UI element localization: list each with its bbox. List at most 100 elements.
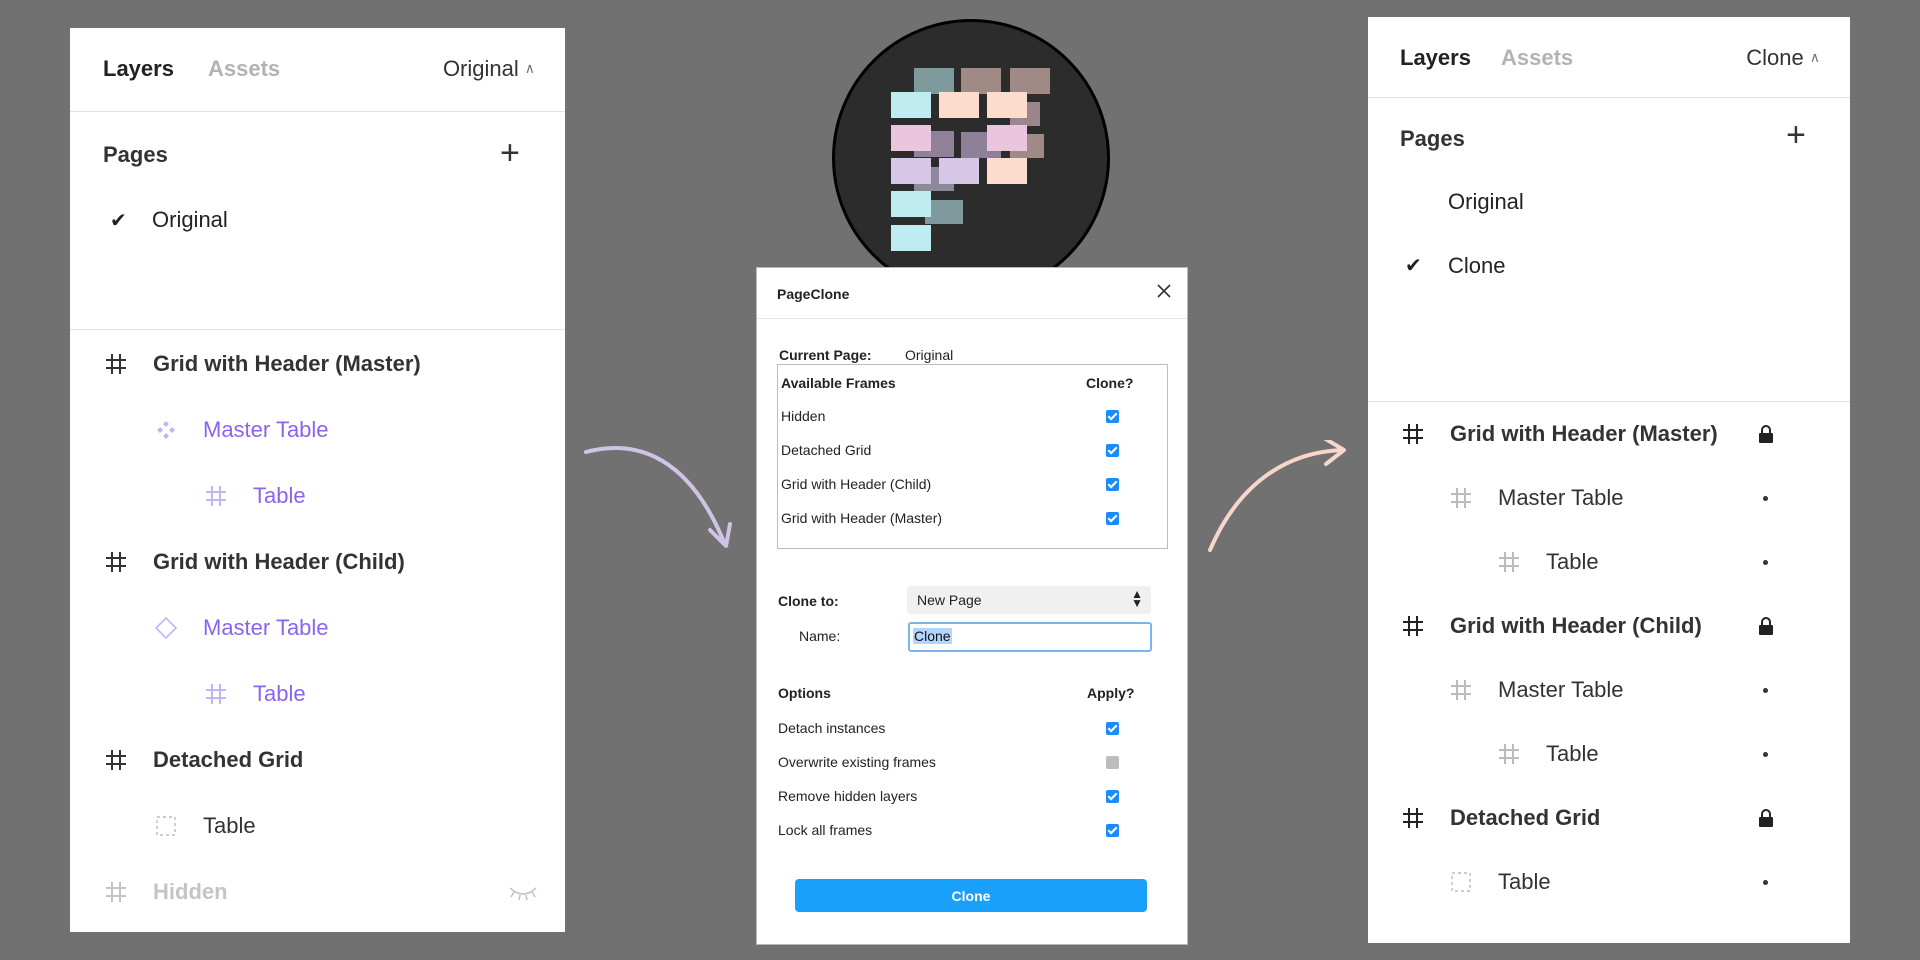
layer-name: Master Table <box>203 615 329 640</box>
visibility-dot-icon[interactable] <box>1763 560 1768 565</box>
tab-layers[interactable]: Layers <box>1400 45 1471 71</box>
divider <box>1368 401 1850 402</box>
page-switcher[interactable]: Clone ∧ <box>1746 45 1820 71</box>
visibility-dot-icon[interactable] <box>1763 688 1768 693</box>
option-name: Remove hidden layers <box>778 788 918 804</box>
option-checkbox[interactable] <box>1106 722 1119 735</box>
option-checkbox[interactable] <box>1106 756 1119 769</box>
clone-column-header: Clone? <box>1086 375 1134 391</box>
frame-name: Grid with Header (Child) <box>781 476 932 492</box>
instance-icon <box>153 615 179 641</box>
frame-icon <box>1496 741 1522 767</box>
close-icon[interactable] <box>1155 282 1173 300</box>
frame-icon <box>103 747 129 773</box>
layer-name: Grid with Header (Child) <box>1450 613 1702 638</box>
layer-row[interactable]: Detached Grid <box>103 740 303 780</box>
option-name: Detach instances <box>778 720 886 736</box>
pageclone-logo <box>832 19 1110 297</box>
lock-icon[interactable] <box>1758 616 1774 636</box>
add-page-icon[interactable]: + <box>1786 118 1806 152</box>
option-checkbox[interactable] <box>1106 824 1119 837</box>
right-layers-panel: Layers Assets Clone ∧ Pages + Original ✔ … <box>1368 17 1850 943</box>
panel-tabs: Layers Assets Original ∧ <box>70 28 565 112</box>
layer-row[interactable]: Table <box>203 674 306 714</box>
tab-layers[interactable]: Layers <box>103 56 174 82</box>
layer-name: Grid with Header (Master) <box>1450 421 1718 446</box>
page-item-original[interactable]: Original <box>1448 189 1524 215</box>
frames-header: Available Frames <box>781 375 896 391</box>
frame-icon <box>103 351 129 377</box>
clone-frame-checkbox[interactable] <box>1106 478 1119 491</box>
layer-row[interactable]: Hidden <box>103 872 228 912</box>
layer-row[interactable]: Grid with Header (Master) <box>1400 414 1718 454</box>
divider <box>70 329 565 330</box>
layer-row[interactable]: Master Table <box>153 608 329 648</box>
tab-assets[interactable]: Assets <box>208 56 280 82</box>
option-checkbox[interactable] <box>1106 790 1119 803</box>
layer-name: Master Table <box>1498 485 1624 510</box>
name-input-value: Clone <box>913 628 952 644</box>
layer-row[interactable]: Detached Grid <box>1400 798 1600 838</box>
curved-arrow-icon <box>584 446 732 548</box>
layer-row[interactable]: Table <box>1496 542 1599 582</box>
clone-to-label: Clone to: <box>778 593 839 609</box>
layer-name: Table <box>1498 869 1551 894</box>
layer-row[interactable]: Table <box>203 476 306 516</box>
frame-icon <box>1448 677 1474 703</box>
layer-row[interactable]: Grid with Header (Child) <box>103 542 405 582</box>
clone-button[interactable]: Clone <box>795 879 1147 912</box>
check-icon: ✔ <box>110 210 127 232</box>
page-item-original[interactable]: Original <box>152 207 228 233</box>
layer-name: Master Table <box>203 417 329 442</box>
chevron-up-icon: ∧ <box>524 60 535 76</box>
logo-blocks <box>891 68 1050 251</box>
panel-tabs: Layers Assets Clone ∧ <box>1368 17 1850 98</box>
visibility-dot-icon[interactable] <box>1763 496 1768 501</box>
layer-row[interactable]: Grid with Header (Master) <box>103 344 421 384</box>
frame-icon <box>1400 805 1426 831</box>
layer-row[interactable]: Grid with Header (Child) <box>1400 606 1702 646</box>
clone-to-select[interactable]: New Page ▲ ▼ <box>907 586 1151 614</box>
tab-assets[interactable]: Assets <box>1501 45 1573 71</box>
group-icon <box>1448 869 1474 895</box>
left-layers-panel: Layers Assets Original ∧ Pages + ✔ Origin… <box>70 28 565 932</box>
page-item-clone[interactable]: Clone <box>1448 253 1505 279</box>
check-icon: ✔ <box>1405 255 1422 277</box>
lock-icon[interactable] <box>1758 424 1774 444</box>
frame-icon <box>103 549 129 575</box>
layer-name: Table <box>253 483 306 508</box>
clone-frame-checkbox[interactable] <box>1106 410 1119 423</box>
layer-row[interactable]: Table <box>1448 862 1551 902</box>
name-label: Name: <box>799 628 841 644</box>
layer-name: Detached Grid <box>1450 805 1601 830</box>
option-name: Overwrite existing frames <box>778 754 936 770</box>
visibility-dot-icon[interactable] <box>1763 880 1768 885</box>
layer-name: Table <box>203 813 256 838</box>
layer-row[interactable]: Master Table <box>1448 478 1624 518</box>
clone-frame-checkbox[interactable] <box>1106 512 1119 525</box>
add-page-icon[interactable]: + <box>500 136 520 170</box>
layer-row[interactable]: Master Table <box>153 410 329 450</box>
name-input[interactable]: Clone <box>908 622 1152 652</box>
hidden-eye-icon[interactable] <box>508 882 538 907</box>
current-page-label: Current Page: <box>779 347 872 363</box>
frame-icon <box>203 483 229 509</box>
lock-icon[interactable] <box>1758 808 1774 828</box>
page-switcher-label: Original <box>442 56 519 81</box>
frame-name: Grid with Header (Master) <box>781 510 943 526</box>
select-arrows-icon: ▲ ▼ <box>1131 587 1143 610</box>
layer-row[interactable]: Table <box>1496 734 1599 774</box>
page-switcher-label: Clone <box>1746 45 1804 70</box>
clone-frame-checkbox[interactable] <box>1106 444 1119 457</box>
pages-heading: Pages <box>1400 126 1465 151</box>
page-switcher[interactable]: Original ∧ <box>443 56 535 82</box>
group-icon <box>153 813 179 839</box>
frames-list: Available Frames Clone? Hidden Detached G… <box>777 364 1168 549</box>
pages-heading: Pages <box>103 142 168 167</box>
curved-arrow-icon <box>1208 440 1346 552</box>
option-name: Lock all frames <box>778 822 873 838</box>
layer-name: Master Table <box>1498 677 1624 702</box>
layer-row[interactable]: Table <box>153 806 256 846</box>
visibility-dot-icon[interactable] <box>1763 752 1768 757</box>
layer-row[interactable]: Master Table <box>1448 670 1624 710</box>
